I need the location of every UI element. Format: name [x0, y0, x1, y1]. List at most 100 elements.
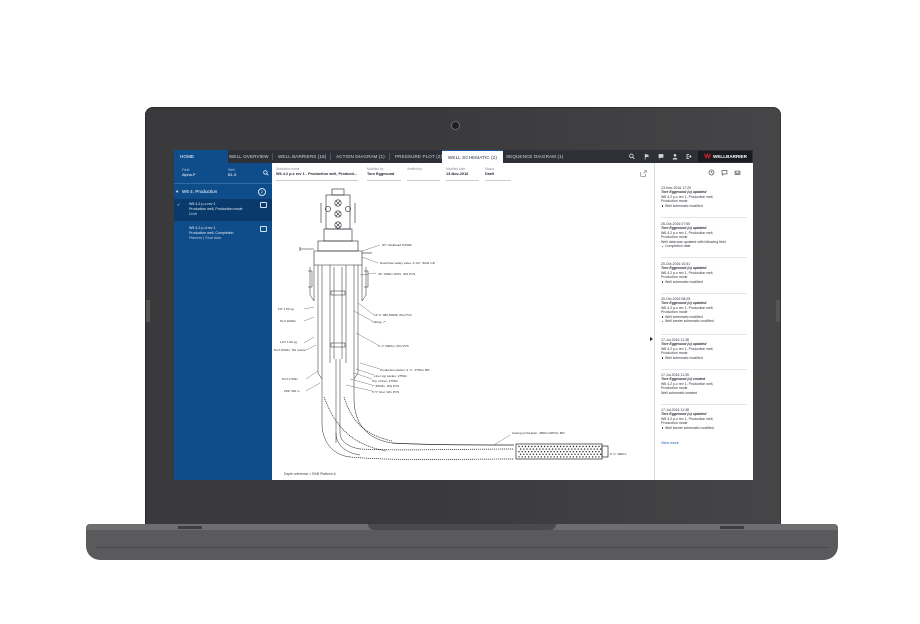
status-value: Draft	[485, 172, 494, 176]
activity-entry[interactable]: 26-Oct-2016 07:50 Tore Eggesund (u) upda…	[661, 222, 749, 248]
activity-panel-divider	[654, 163, 655, 480]
field-underline	[276, 180, 358, 181]
user-icon[interactable]	[672, 153, 678, 160]
label-tubing: Tubing, 7"	[372, 320, 386, 324]
tab-divider	[330, 153, 331, 160]
modified-date-value: 13-Nov-2016	[446, 172, 469, 176]
label-perforation: Casing perforation, 3800m-5870m MD	[512, 431, 565, 435]
field-underline	[485, 180, 511, 181]
label-lot: LOT 1.80 sg	[280, 340, 297, 344]
depth-reference: Depth reference = RKB Platform A	[284, 472, 336, 476]
tab-pressure-plot[interactable]: PRESSURE PLOT (2)	[395, 150, 442, 163]
activity-separator	[661, 404, 747, 405]
document-icon[interactable]	[260, 226, 267, 232]
well-value[interactable]: B1-S	[228, 173, 236, 177]
search-icon[interactable]	[629, 153, 635, 160]
laptop-foot-right	[720, 526, 744, 529]
activity-entry[interactable]: 17-Jul-2016 11:39 Tore Eggesund (u) crea…	[661, 373, 749, 395]
comment-icon[interactable]	[658, 153, 664, 160]
collapse-arrow-icon[interactable]	[650, 337, 653, 341]
field-value[interactable]: Alpha-P	[182, 173, 196, 177]
history-icon[interactable]	[708, 169, 715, 176]
label-surface-casing: 16 ⅝" 980,5000#, WG PVS	[374, 313, 412, 317]
inbox-icon[interactable]	[734, 169, 741, 176]
wellbarrier-logo-icon	[704, 153, 711, 160]
label-dhsv: Downhole safety valve, 8 1/2", 8044 mD	[380, 261, 436, 265]
comment-icon[interactable]	[721, 169, 728, 176]
item-status: Planned | Final data	[189, 236, 221, 240]
tab-home[interactable]: HOME	[174, 150, 228, 163]
label-liner-top-packer: Liner top packer, 2750m	[374, 374, 408, 378]
activity-separator	[661, 293, 747, 294]
modified-by-value: Tore Eggesund	[367, 172, 395, 176]
illustration-name-label: Illustration name	[276, 167, 300, 171]
label-perf-1000: Perf 1000m	[280, 319, 296, 323]
sidebar-item-schematic-2[interactable]: W6 4.2 p-d rev 1 Production well, Comple…	[174, 223, 272, 245]
label-production-packer: Production packer, 9 ⅞", 2750m MD	[380, 368, 430, 372]
view-more-link[interactable]: View more	[661, 441, 679, 445]
activity-entry[interactable]: 20-Oct-2016 08:25 Tore Eggesund (u) upda…	[661, 297, 749, 323]
brand-logo: WELLBARRIER	[698, 151, 752, 162]
tab-well-overview[interactable]: WELL OVERVIEW	[229, 150, 269, 163]
tab-sequence-diagram[interactable]: SEQUENCE DIAGRAM (1)	[506, 150, 563, 163]
tab-well-barriers[interactable]: WELL BARRIERS (16)	[278, 150, 326, 163]
label-perf-return: Perf 1000m, 5% return	[274, 348, 305, 352]
logout-icon[interactable]	[686, 153, 692, 160]
item-title: W6 4.2 p-c rev 1	[189, 202, 216, 206]
chevron-down-icon[interactable]: ▾	[176, 189, 178, 195]
verified-by-label: Verified by	[407, 167, 422, 171]
activity-entry[interactable]: 17-Jul-2016 11:38 Tore Eggesund (u) upda…	[661, 338, 749, 360]
activity-separator	[661, 369, 747, 370]
status-label: Status	[485, 167, 495, 171]
sidebar-item-schematic-1[interactable]: ✓ W6 4.2 p-c rev 1 Production well, Prod…	[174, 199, 272, 221]
well-label: Well	[228, 168, 235, 172]
activity-bullet: Well schematic modified	[661, 356, 749, 360]
lid-notch-left	[146, 300, 150, 322]
wellhead-tree	[299, 188, 372, 266]
item-subtitle: Production well, Production mode	[189, 207, 243, 211]
export-icon[interactable]	[640, 170, 647, 177]
top-nav-bar: HOME WELL OVERVIEW WELL BARRIERS (16) AC…	[174, 150, 753, 164]
label-liner: 5 ½" liner, WG PVS	[372, 390, 399, 394]
field-label: Field	[182, 168, 190, 172]
app-screen: HOME WELL OVERVIEW WELL BARRIERS (16) AC…	[174, 150, 753, 480]
brand-name: WELLBARRIER	[713, 154, 747, 159]
field-underline	[407, 180, 440, 181]
lid-notch-right	[776, 300, 780, 322]
field-underline	[367, 180, 401, 181]
label-toe: 8 ⅞" 4900m	[610, 452, 627, 456]
label-conductor: 26" 1500m WOC, WG PVS	[378, 272, 415, 276]
illustration-name-value: W6 4.2 p-c rev 1 - Production well, Prod…	[276, 172, 358, 176]
activity-entry[interactable]: 13-Nov-2016 17:20 Tore Eggesund (u) upda…	[661, 186, 749, 208]
flag-icon[interactable]	[644, 153, 650, 160]
horizontal-liner	[323, 396, 609, 460]
search-icon[interactable]	[263, 170, 269, 176]
activity-entry[interactable]: 17-Jul-2016 11:38 Tore Eggesund (u) upda…	[661, 408, 749, 430]
well-sidebar: Field Alpha-P Well B1-S ▾ W6 4. Producti…	[174, 163, 272, 480]
sidebar-group-title[interactable]: W6 4. Production	[182, 189, 217, 194]
activity-bullet: Well barrier schematic modified	[661, 426, 749, 430]
activity-separator	[661, 217, 747, 218]
label-top-of-liner: Top of liner, 2750m	[372, 379, 399, 383]
item-status: Draft	[189, 212, 197, 216]
well-schematic-diagram[interactable]: 8½" Wellhead 5,000# Downhole safety valv…	[274, 183, 654, 471]
activity-entry[interactable]: 20-Oct-2016 10:31 Tore Eggesund (u) upda…	[661, 262, 749, 284]
item-title: W6 4.2 p-d rev 1	[189, 226, 216, 230]
laptop-hinge	[368, 524, 556, 530]
activity-bullet: Well barrier schematic modified	[661, 319, 749, 323]
field-underline	[446, 180, 479, 181]
activity-note: Well schematic created	[661, 390, 698, 395]
laptop-foot-left	[178, 526, 202, 529]
modified-by-label: Modified by	[367, 167, 384, 171]
activity-separator	[661, 257, 747, 258]
webcam-icon	[451, 121, 460, 130]
tab-divider	[389, 153, 390, 160]
activity-separator	[661, 334, 747, 335]
label-wellhead: 8½" Wellhead 5,000#	[382, 243, 412, 247]
tab-action-diagram[interactable]: ACTION DIAGRAM (1)	[336, 150, 385, 163]
sidebar-divider	[174, 183, 272, 184]
label-production-casing: 7" 4900m, WG PVS	[372, 384, 399, 388]
document-icon[interactable]	[260, 202, 267, 208]
tab-well-schematic[interactable]: WELL SCHEMATIC (2)	[442, 150, 504, 164]
label-pdf: PDF 300 m	[284, 389, 300, 393]
